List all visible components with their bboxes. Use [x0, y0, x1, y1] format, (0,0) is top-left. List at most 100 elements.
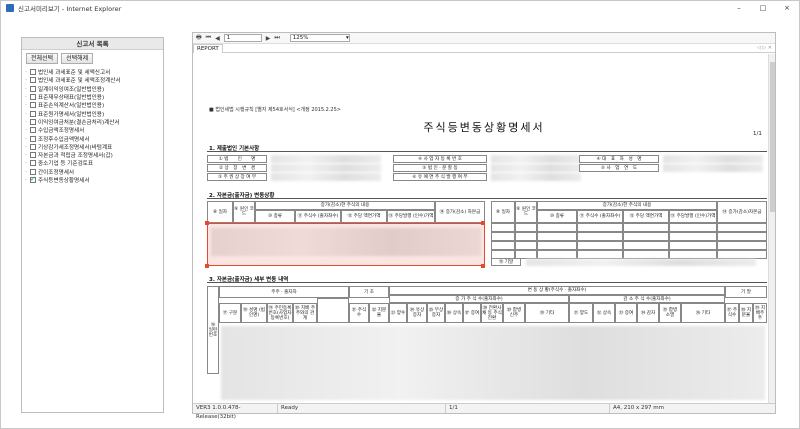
report-checkbox[interactable] — [30, 69, 36, 76]
field-label: ③ 주 권 상 장 여 부 — [207, 173, 267, 181]
selection-handle — [481, 264, 485, 268]
table-cell — [515, 232, 537, 241]
report-checkbox[interactable] — [30, 152, 36, 159]
minimize-button[interactable]: – — [727, 1, 751, 15]
table-cell — [577, 241, 623, 250]
document-page-number: 1/1 — [753, 131, 762, 137]
column-header: ㊴ 지배주주 — [753, 303, 767, 323]
row-label: ⑯ 일련번호 — [207, 286, 219, 374]
column-header: ㉝ 증여 — [615, 303, 637, 323]
first-page-icon[interactable]: ⏮ — [206, 34, 211, 42]
report-checkbox[interactable] — [30, 94, 36, 101]
report-tree: - 법인세 과세표준 및 세액신고서 - 법인세 과세표준 및 세액조정계산서 - 일계이… — [22, 67, 163, 185]
deselect-all-button[interactable]: 선택해제 — [61, 53, 94, 64]
column-header: ㉙ 합병 신주 — [503, 303, 525, 323]
column-header: ⑭ 증가(감소) 자본금 — [435, 201, 485, 223]
report-list-item[interactable]: -주식등변동상황명세서 — [25, 175, 160, 184]
column-header: ⑧ 일자 — [207, 201, 233, 223]
report-list-item[interactable]: - 중소기업 등 기준검토표 — [25, 159, 160, 167]
column-header: 기 말 — [725, 286, 767, 298]
report-list-item[interactable]: - 법인세 과세표준 및 세액신고서 — [25, 68, 160, 76]
vertical-scrollbar[interactable] — [768, 54, 775, 404]
report-checkbox[interactable] — [30, 127, 36, 134]
table-cell — [537, 250, 577, 259]
report-checkbox[interactable] — [30, 110, 36, 117]
report-list-item[interactable]: - 수입금액조정명세서 — [25, 126, 160, 134]
report-checkbox[interactable] — [30, 175, 36, 183]
field-label: ① 법 인 명 — [207, 155, 267, 163]
report-list-item-label: 수입금액조정명세서 — [38, 128, 85, 135]
print-icon[interactable]: 🖶 — [196, 33, 202, 43]
column-header: ⑬ 주당발행 (인수)가액 — [387, 210, 435, 223]
report-checkbox[interactable] — [30, 143, 36, 150]
redacted-value — [663, 164, 763, 172]
table-cell — [623, 232, 669, 241]
column-header — [317, 298, 349, 323]
divider — [207, 282, 767, 283]
status-state: Ready — [278, 404, 446, 413]
report-list-item[interactable]: - 표준손익계산서(일반법인용) — [25, 101, 160, 109]
prev-page-icon[interactable]: ◀ — [215, 35, 220, 42]
column-header: ⑱ 성명 (법인명) — [241, 303, 267, 323]
redacted-value — [271, 155, 381, 163]
redacted-value — [491, 164, 581, 172]
report-checkbox[interactable] — [30, 102, 36, 109]
browser-window: 신고서미리보기 - Internet Explorer – □ × 신고서 목록… — [0, 0, 800, 429]
column-header: ⑪ 주식수 (출자좌수) — [295, 210, 341, 223]
report-checkbox[interactable] — [30, 77, 36, 84]
report-checkbox[interactable] — [30, 85, 36, 92]
report-list-item[interactable]: - 자본금과 적립금 조정명세서(갑) — [25, 151, 160, 159]
report-checkbox[interactable] — [30, 118, 36, 125]
redacted-value — [491, 155, 581, 163]
divider — [207, 198, 767, 199]
field-label: ④ 사 업 자 등 록 번 호 — [393, 155, 487, 163]
zoom-select[interactable]: 125% ▾ — [289, 34, 350, 42]
report-list-item[interactable]: - 기상감가세조정명세서(바텀계표 — [25, 143, 160, 151]
column-header: ⑲ 주민등록 번호(사업자 등록번호) — [267, 303, 293, 323]
table-cell — [537, 223, 577, 232]
scrollbar-thumb[interactable] — [770, 62, 775, 212]
table-cell — [717, 232, 767, 241]
report-list-item[interactable]: - 조정후수입금액명세서 — [25, 134, 160, 143]
report-list-item-label: 기상감가세조정명세서(바텀계표 — [38, 144, 113, 151]
app-icon — [6, 4, 14, 12]
column-header: 기 초 — [349, 286, 389, 298]
report-list-item[interactable]: - 표준원가명세서(일반법인용) — [25, 109, 160, 118]
column-header: ⑧ 일자 — [491, 201, 515, 223]
column-header: ⑪ 주식수 (출자좌수) — [577, 210, 623, 223]
report-checkbox[interactable] — [30, 160, 36, 167]
zoom-value: 125% — [292, 35, 309, 41]
next-page-icon[interactable]: ▶ — [266, 35, 271, 42]
column-header: ⑩ 종류 — [255, 210, 295, 223]
last-page-icon[interactable]: ⏭ — [274, 34, 279, 42]
tab-nav-icons[interactable]: ◁ ▷ ✕ — [757, 45, 775, 51]
report-list-item-label: 조정후수입금액명세서 — [38, 136, 90, 143]
redacted-value — [271, 164, 381, 172]
table-cell — [717, 250, 767, 259]
report-page: ■ 법인세법 시행규칙 [별지 제54호서식] <개정 2015.2.25> 주… — [201, 56, 767, 402]
select-all-button[interactable]: 전체선택 — [26, 53, 59, 64]
report-list-item[interactable]: - 이익잉여금처분(결손금처리)계산서 — [25, 118, 160, 126]
report-checkbox[interactable] — [30, 168, 36, 175]
page-number-input[interactable]: 1 — [223, 34, 262, 42]
column-header: ㉞ 감자 — [637, 303, 659, 323]
report-list-item[interactable]: - 법인세 과세표준 및 세액조정계산서 — [25, 76, 160, 84]
report-list-item[interactable]: - 표준재무상태표(일반법인용) — [25, 93, 160, 101]
column-header: 증가(감소)한 주식의 내용 — [255, 201, 435, 210]
column-header: ⑫ 주당 액면가액 — [341, 210, 387, 223]
selection-highlight — [207, 223, 485, 266]
column-header: ㉔ 유상증자 — [407, 303, 427, 323]
close-button[interactable]: × — [775, 1, 799, 15]
selection-handle — [205, 221, 209, 225]
table-cell — [577, 223, 623, 232]
report-list-item[interactable]: - 일계이익잉여조(일반법인용) — [25, 85, 160, 93]
column-header: ㉚ 기타 — [525, 303, 569, 323]
tab-report[interactable]: REPORT — [193, 43, 223, 53]
report-list-item-label: 자본금과 적립금 조정명세서(갑) — [38, 153, 113, 160]
report-checkbox[interactable] — [30, 135, 36, 142]
status-page: 1/1 — [446, 404, 610, 413]
viewer-toolbar: 🖶 ⏮ ◀ 1 ▶ ⏭ 125% ▾ — [193, 33, 775, 44]
report-list-item[interactable]: - 간이조정명세서 — [25, 168, 160, 176]
table-cell — [577, 232, 623, 241]
maximize-button[interactable]: □ — [751, 1, 775, 15]
